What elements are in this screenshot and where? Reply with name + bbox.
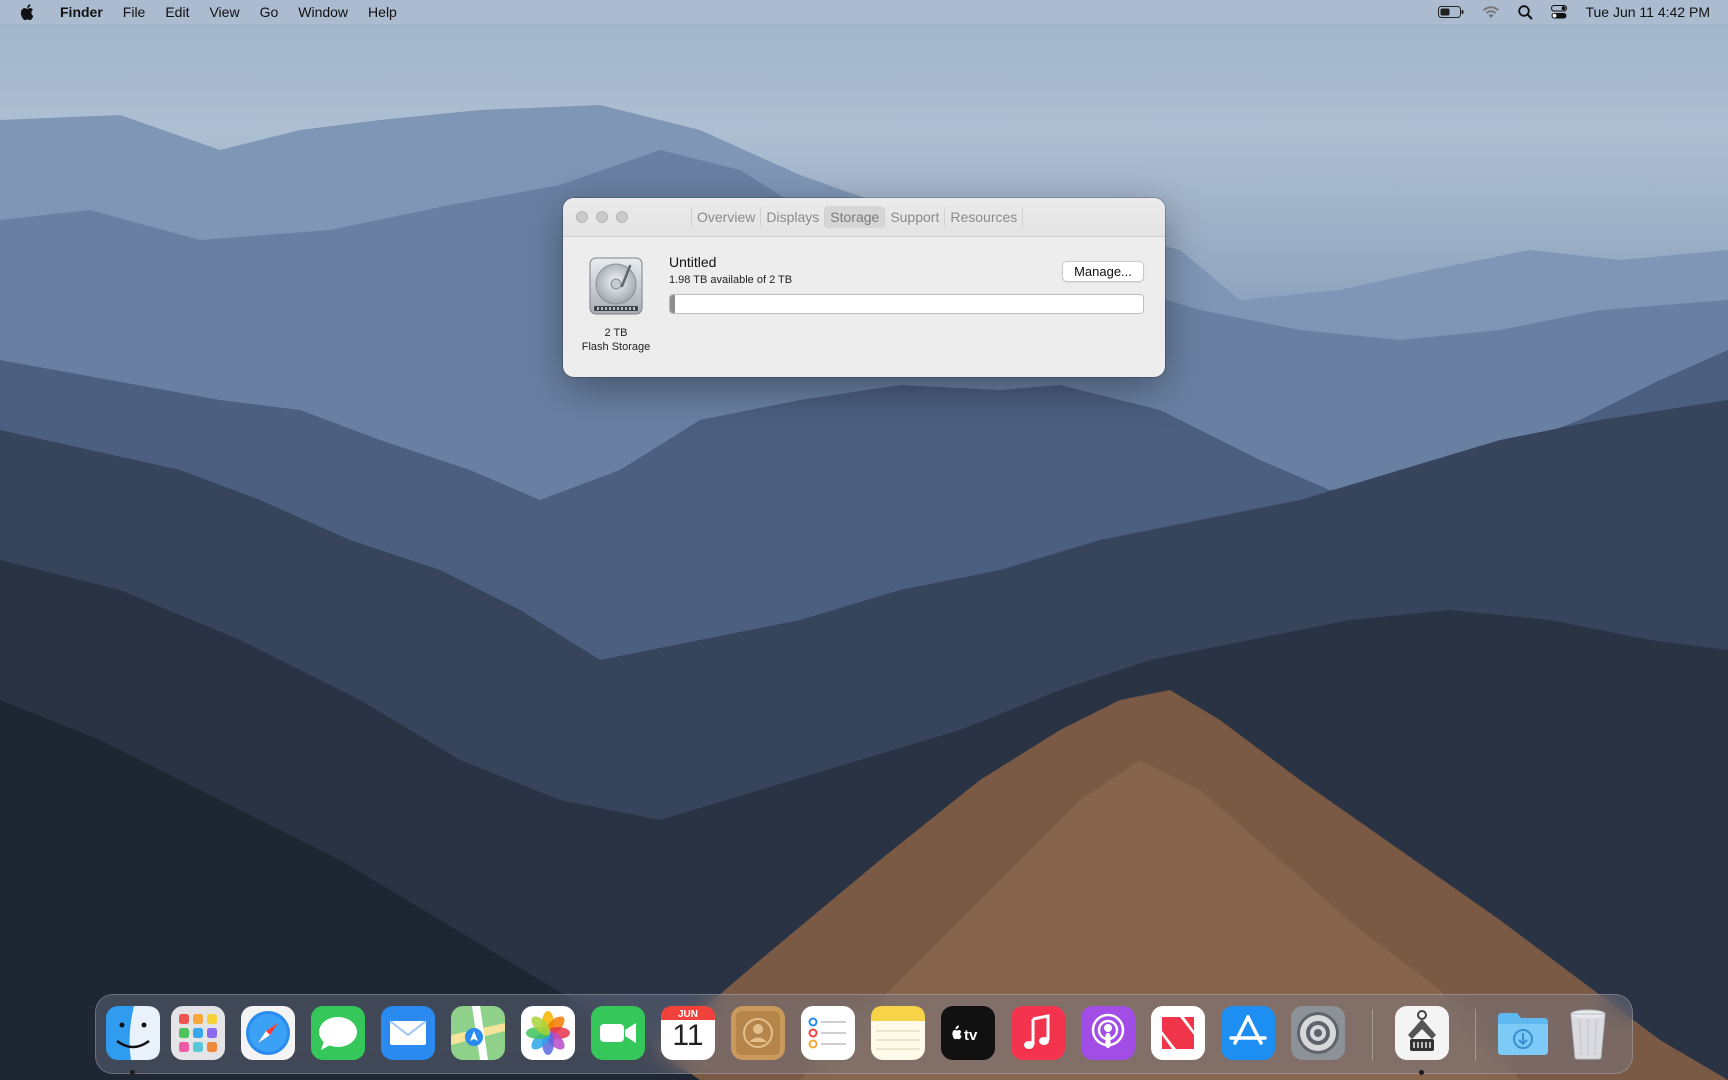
wifi-icon[interactable] bbox=[1482, 0, 1500, 24]
apple-menu-icon[interactable] bbox=[18, 0, 36, 24]
downloads-folder-icon[interactable] bbox=[1495, 1005, 1551, 1061]
menu-help[interactable]: Help bbox=[358, 0, 407, 24]
close-button[interactable] bbox=[576, 211, 588, 223]
window-titlebar[interactable]: Overview Displays Storage Support Resour… bbox=[563, 198, 1165, 237]
manage-button[interactable]: Manage... bbox=[1062, 261, 1144, 282]
tab-storage[interactable]: Storage bbox=[824, 206, 885, 228]
menu-view[interactable]: View bbox=[199, 0, 249, 24]
menu-window[interactable]: Window bbox=[288, 0, 358, 24]
menu-app-finder[interactable]: Finder bbox=[50, 0, 113, 24]
minimize-button[interactable] bbox=[596, 211, 608, 223]
spotlight-search-icon[interactable] bbox=[1518, 0, 1534, 24]
calendar-day: 11 bbox=[672, 1019, 704, 1052]
dock: JUN 11 tv bbox=[95, 994, 1633, 1075]
tab-bar: Overview Displays Storage Support Resour… bbox=[691, 206, 1024, 228]
mountain-wallpaper bbox=[0, 105, 1728, 1080]
apple-tv-icon[interactable]: tv bbox=[940, 1005, 996, 1061]
notes-icon[interactable] bbox=[870, 1005, 926, 1061]
messages-icon[interactable] bbox=[310, 1005, 366, 1061]
desktop[interactable]: Finder File Edit View Go Window Help Tue… bbox=[0, 0, 1728, 1080]
system-settings-icon[interactable] bbox=[1290, 1005, 1346, 1061]
battery-icon[interactable] bbox=[1438, 0, 1464, 24]
volume-name: Untitled bbox=[669, 254, 717, 270]
svg-text:tv: tv bbox=[964, 1027, 978, 1044]
facetime-icon[interactable] bbox=[590, 1005, 646, 1061]
tab-displays[interactable]: Displays bbox=[760, 206, 824, 228]
music-icon[interactable] bbox=[1010, 1005, 1066, 1061]
menu-edit[interactable]: Edit bbox=[155, 0, 199, 24]
storage-used-fill bbox=[670, 295, 675, 313]
system-information-icon[interactable] bbox=[1394, 1005, 1450, 1061]
dock-separator bbox=[1372, 1009, 1373, 1061]
calendar-icon[interactable]: JUN 11 bbox=[660, 1005, 716, 1061]
about-this-mac-window: Overview Displays Storage Support Resour… bbox=[563, 198, 1165, 377]
menu-file[interactable]: File bbox=[113, 0, 156, 24]
finder-running-indicator bbox=[130, 1070, 135, 1075]
storage-pane: 2 TB Flash Storage Untitled 1.98 TB avai… bbox=[563, 237, 1165, 377]
disk-capacity-label: 2 TB bbox=[604, 327, 628, 339]
contacts-icon[interactable] bbox=[730, 1005, 786, 1061]
photos-icon[interactable] bbox=[520, 1005, 576, 1061]
safari-icon[interactable] bbox=[240, 1005, 296, 1061]
finder-icon[interactable] bbox=[105, 1005, 161, 1061]
app-store-icon[interactable] bbox=[1220, 1005, 1276, 1061]
maps-icon[interactable] bbox=[450, 1005, 506, 1061]
tab-overview[interactable]: Overview bbox=[691, 206, 760, 228]
tab-support[interactable]: Support bbox=[884, 206, 944, 228]
menubar-clock[interactable]: Tue Jun 11 4:42 PM bbox=[1585, 4, 1710, 20]
hard-drive-icon bbox=[586, 256, 646, 316]
disk-type-label: Flash Storage bbox=[581, 341, 651, 353]
mail-icon[interactable] bbox=[380, 1005, 436, 1061]
podcasts-icon[interactable] bbox=[1080, 1005, 1136, 1061]
available-space-label: 1.98 TB available of 2 TB bbox=[669, 274, 793, 286]
launchpad-icon[interactable] bbox=[170, 1005, 226, 1061]
zoom-button[interactable] bbox=[616, 211, 628, 223]
dock-separator bbox=[1475, 1009, 1476, 1061]
trash-icon[interactable] bbox=[1560, 1005, 1616, 1061]
control-center-icon[interactable] bbox=[1551, 0, 1568, 24]
menu-bar: Finder File Edit View Go Window Help Tue… bbox=[0, 0, 1728, 24]
news-icon[interactable] bbox=[1150, 1005, 1206, 1061]
storage-usage-bar bbox=[669, 294, 1144, 314]
menu-go[interactable]: Go bbox=[250, 0, 289, 24]
tab-resources[interactable]: Resources bbox=[944, 206, 1024, 228]
reminders-icon[interactable] bbox=[800, 1005, 856, 1061]
system-information-running-indicator bbox=[1419, 1070, 1424, 1075]
